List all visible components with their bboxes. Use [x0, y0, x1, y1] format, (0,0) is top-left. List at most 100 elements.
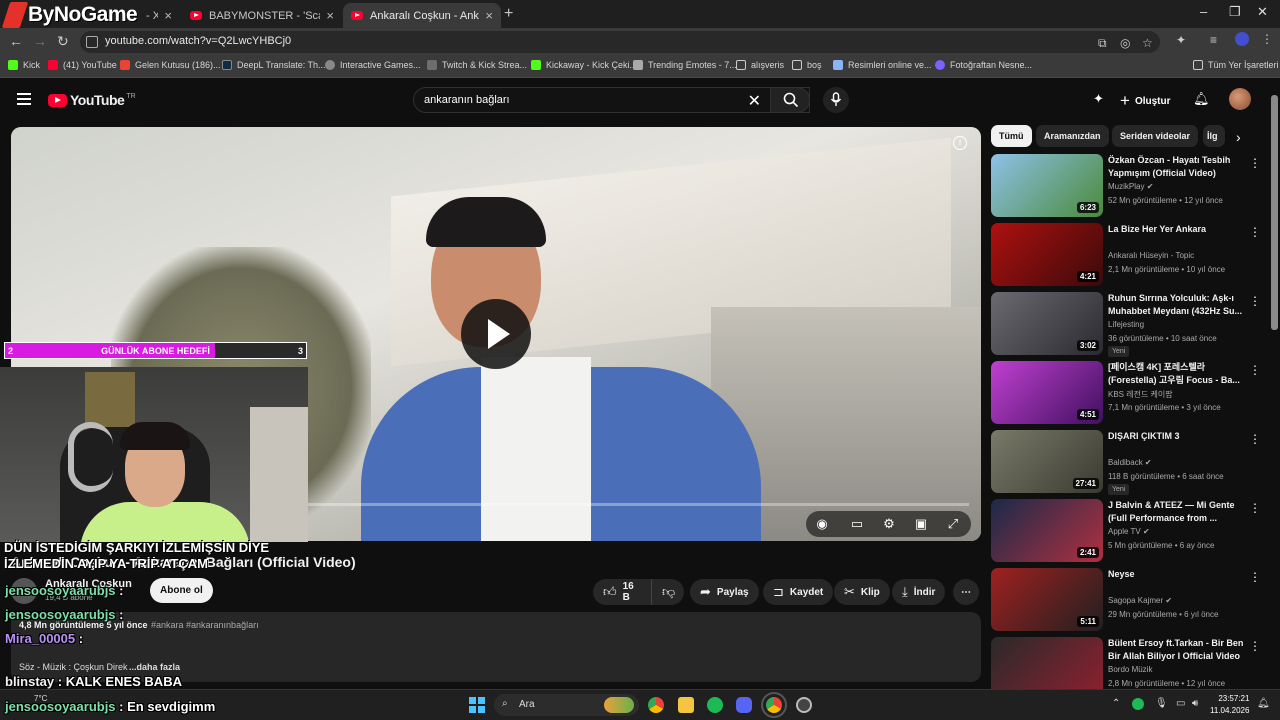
more-vertical-icon[interactable]: ⋮ [1249, 432, 1261, 446]
close-icon[interactable]: × [326, 8, 334, 23]
notifications-bell-icon[interactable]: 🔔︎ [1193, 91, 1210, 107]
video-title[interactable]: [페이스캠 4K] 포레스텔라(Forestella) 고우림 Focus - … [1108, 361, 1246, 387]
youtube-logo[interactable]: YouTube TR [48, 92, 136, 108]
video-thumbnail[interactable]: 4:51 [991, 361, 1103, 424]
video-thumbnail[interactable]: 5:11 [991, 568, 1103, 631]
back-arrow-icon[interactable]: ← [9, 33, 23, 49]
all-bookmarks-folder[interactable]: Tüm Yer İşaretleri [1193, 60, 1279, 70]
video-thumbnail[interactable]: 27:41 [991, 430, 1103, 493]
recommended-video[interactable]: 6:23 Özkan Özcan - Hayatı Tesbih Yapmışım… [991, 154, 1261, 218]
bookmark-item[interactable]: DeepL Translate: Th... [222, 60, 326, 70]
large-play-button[interactable] [461, 299, 531, 369]
forward-arrow-icon[interactable]: → [33, 33, 47, 49]
description-box[interactable]: 4,8 Mn görüntüleme 5 yıl önce #ankara #a… [11, 612, 981, 682]
extensions-icon[interactable]: ✦ [1176, 33, 1186, 47]
more-vertical-icon[interactable]: ⋮ [1249, 294, 1261, 308]
chevron-right-icon[interactable]: › [1236, 129, 1241, 145]
chrome-active-icon[interactable] [761, 692, 787, 718]
share-button[interactable]: ➦ Paylaş [690, 579, 759, 605]
recommended-video[interactable]: 5:11 Neyse Sagopa Kajmer ✔ 29 Mn görüntülem… [991, 568, 1261, 632]
address-bar[interactable]: youtube.com/watch?v=Q2LwcYHBCj0 ⧉ ◎ ☆ [80, 31, 1160, 53]
subtitles-icon[interactable]: ▭ [846, 516, 868, 538]
video-thumbnail[interactable]: 6:23 [991, 154, 1103, 217]
video-channel[interactable]: Ankaralı Hüseyin - Topic [1108, 251, 1194, 260]
video-title[interactable]: J Balvin & ATEEZ — Mi Gente (Full Perfor… [1108, 499, 1246, 525]
video-channel[interactable]: KBS 레전드 케이팝 [1108, 389, 1173, 400]
bookmark-star-icon[interactable]: ☆ [1142, 36, 1153, 50]
volume-icon[interactable]: 🔊︎ [1192, 698, 1198, 709]
profile-icon[interactable] [1235, 32, 1249, 46]
more-vertical-icon[interactable]: ⋮ [1249, 570, 1261, 584]
minimize-icon[interactable]: – [1200, 4, 1207, 19]
bookmark-item[interactable]: Fotoğraftan Nesne... [935, 60, 1032, 70]
search-input[interactable]: ankaranın bağları ✕ [413, 87, 810, 113]
bookmark-item[interactable]: Kickaway - Kick Çeki... [531, 60, 637, 70]
recommended-video[interactable]: 4:21 La Bize Her Yer Ankara Ankaralı Hüsey… [991, 223, 1261, 287]
video-title[interactable]: Ruhun Sırrına Yolculuk: Aşk-ı Muhabbet M… [1108, 292, 1246, 318]
notification-bell-icon[interactable]: 🔔︎ [1257, 698, 1270, 709]
obs-icon[interactable] [796, 697, 812, 713]
spotify-icon[interactable] [707, 697, 723, 713]
like-button[interactable]: 👍︎ 16 B [593, 579, 651, 605]
media-control-icon[interactable]: ≡ [1210, 33, 1217, 47]
hashtags[interactable]: #ankara #ankaranınbağları [151, 620, 259, 630]
site-info-icon[interactable] [86, 36, 98, 48]
chip-all[interactable]: Tümü [991, 125, 1032, 147]
file-explorer-icon[interactable] [678, 697, 694, 713]
more-vertical-icon[interactable]: ⋮ [1249, 639, 1261, 653]
recommended-video[interactable]: 2:41 J Balvin & ATEEZ — Mi Gente (Full Pe… [991, 499, 1261, 563]
install-app-icon[interactable]: ⧉ [1098, 36, 1107, 51]
windows-start-icon[interactable] [469, 697, 485, 713]
menu-hamburger-icon[interactable] [17, 93, 31, 105]
bookmark-item[interactable]: Gelen Kutusu (186)... [120, 60, 221, 70]
reload-icon[interactable]: ↻ [57, 33, 69, 50]
bookmark-folder[interactable]: boş [792, 60, 822, 70]
dislike-button[interactable]: 👎︎ [651, 579, 684, 605]
browser-tab-3-active[interactable]: Ankaralı Coşkun - Ankaranın Ba × [343, 3, 501, 28]
show-more-link[interactable]: ...daha fazla [129, 662, 180, 672]
video-channel[interactable]: Lifejesting [1108, 320, 1144, 329]
video-channel[interactable]: Apple TV ✔ [1108, 527, 1150, 536]
discord-icon[interactable] [736, 697, 752, 713]
video-title[interactable]: Bülent Ersoy ft.Tarkan - Bir Ben Bir All… [1108, 637, 1246, 663]
recommended-video[interactable]: 3:02 Ruhun Sırrına Yolculuk: Aşk-ı Muhabb… [991, 292, 1261, 357]
more-vertical-icon[interactable]: ⋮ [1249, 363, 1261, 377]
bookmark-item[interactable]: Interactive Games... [325, 60, 421, 70]
recommended-video[interactable]: 4:51 [페이스캠 4K] 포레스텔라(Forestella) 고우림 Focu… [991, 361, 1261, 425]
video-title[interactable]: Özkan Özcan - Hayatı Tesbih Yapmışım (Of… [1108, 154, 1246, 180]
clip-button[interactable]: ✂ Klip [834, 579, 890, 605]
tray-chevron-up-icon[interactable]: ⌃ [1112, 698, 1120, 709]
miniplayer-icon[interactable]: ▣ [910, 516, 932, 538]
save-button[interactable]: ⊐ Kaydet [763, 579, 834, 605]
hide-eye-icon[interactable]: ◎ [1120, 36, 1130, 50]
page-scrollbar[interactable] [1271, 95, 1278, 330]
system-clock[interactable]: 23:57:21 11.04.2026 [1210, 693, 1249, 717]
bookmark-folder[interactable]: alışveris [736, 60, 784, 70]
chip-from-search[interactable]: Aramanızdan [1036, 125, 1109, 147]
subscribe-button[interactable]: Abone ol [150, 578, 213, 603]
window-close-icon[interactable]: ✕ [1257, 4, 1268, 20]
new-tab-button[interactable]: + [504, 5, 513, 23]
chip-related[interactable]: İlg [1203, 125, 1225, 147]
video-thumbnail[interactable]: 3:02 [991, 292, 1103, 355]
taskbar-search[interactable]: ⌕ Ara [494, 694, 639, 716]
bookmark-item[interactable]: Trending Emotes - 7... [633, 60, 737, 70]
video-title[interactable]: Neyse [1108, 568, 1246, 581]
more-vertical-icon[interactable]: ⋮ [1249, 501, 1261, 515]
fullscreen-icon[interactable]: ⤢ [942, 516, 964, 538]
video-title[interactable]: DIŞARI ÇIKTIM 3 [1108, 430, 1246, 443]
tray-spotify-icon[interactable] [1132, 698, 1144, 710]
network-icon[interactable]: ▭ [1176, 698, 1185, 709]
video-channel[interactable]: Sagopa Kajmer ✔ [1108, 596, 1172, 605]
video-channel[interactable]: MuzikPlay ✔ [1108, 182, 1153, 191]
browser-tab-2[interactable]: BABYMONSTER - 'Scars To Your × [182, 3, 342, 28]
more-vertical-icon[interactable]: ⋮ [1249, 225, 1261, 239]
clear-search-icon[interactable]: ✕ [748, 91, 761, 111]
bookmark-item[interactable]: Resimleri online ve... [833, 60, 932, 70]
video-thumbnail[interactable]: 4:21 [991, 223, 1103, 286]
bookmark-item[interactable]: (41) YouTube [48, 60, 117, 70]
video-title[interactable]: La Bize Her Yer Ankara [1108, 223, 1246, 236]
video-channel[interactable]: Bordo Müzik [1108, 665, 1152, 674]
voice-search-button[interactable] [823, 87, 849, 113]
chip-from-series[interactable]: Seriden videolar [1112, 125, 1199, 147]
